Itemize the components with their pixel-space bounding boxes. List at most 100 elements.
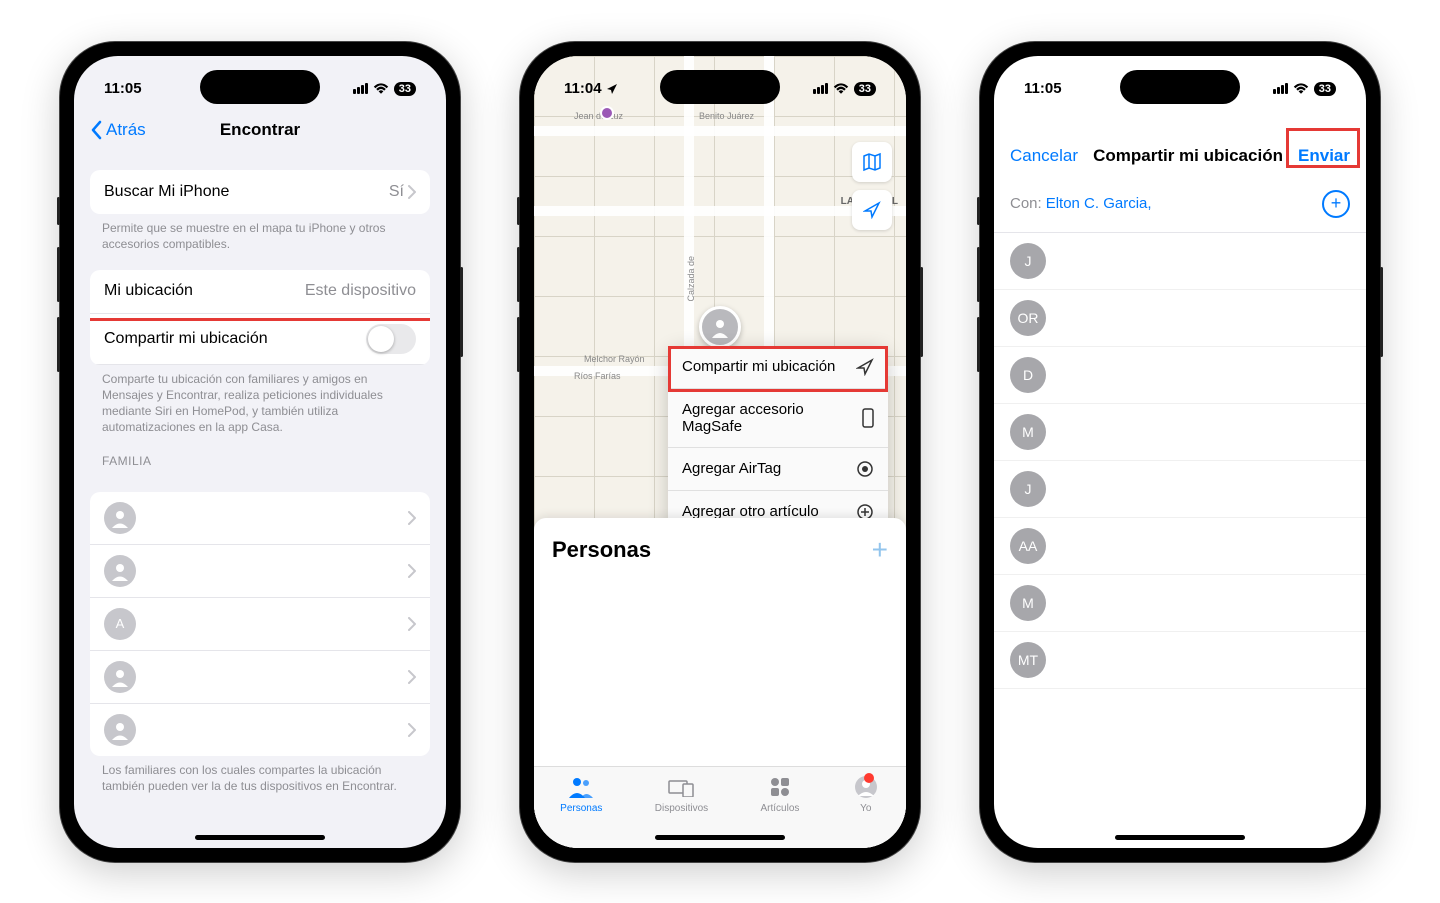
popup-airtag-label: Agregar AirTag — [682, 460, 781, 477]
family-group: A — [90, 492, 430, 756]
chevron-right-icon — [408, 670, 416, 684]
user-location-pin[interactable] — [699, 306, 741, 348]
family-member-cell[interactable] — [90, 492, 430, 545]
my-location-cell[interactable]: Mi ubicación Este dispositivo — [90, 270, 430, 314]
chevron-right-icon — [408, 564, 416, 578]
share-footer: Comparte tu ubicación con familiares y a… — [90, 365, 430, 436]
contact-row[interactable]: M — [994, 404, 1366, 461]
contact-row[interactable]: AA — [994, 518, 1366, 575]
tab-label: Yo — [860, 803, 871, 814]
street-label: Ríos Farías — [574, 371, 621, 381]
contact-row[interactable]: D — [994, 347, 1366, 404]
phone-1-settings: 11:05 33 Atrás Encontrar Buscar Mi iPhon… — [60, 42, 460, 862]
avatar — [104, 555, 136, 587]
home-indicator[interactable] — [195, 835, 325, 840]
tab-label: Artículos — [761, 803, 800, 814]
page-title: Encontrar — [220, 120, 300, 140]
add-contact-button[interactable]: + — [1322, 190, 1350, 218]
family-member-cell[interactable] — [90, 545, 430, 598]
person-icon — [110, 720, 130, 740]
family-footer: Los familiares con los cuales compartes … — [90, 756, 430, 794]
family-header: FAMILIA — [90, 436, 430, 474]
find-my-footer: Permite que se muestre en el mapa tu iPh… — [90, 214, 430, 252]
family-member-cell[interactable] — [90, 651, 430, 704]
location-group: Mi ubicación Este dispositivo Compartir … — [90, 270, 430, 365]
contact-initials: MT — [1010, 642, 1046, 678]
airtag-icon — [856, 460, 874, 478]
family-member-cell[interactable] — [90, 704, 430, 756]
contact-row[interactable]: J — [994, 461, 1366, 518]
dynamic-island — [1120, 70, 1240, 104]
navbar: Atrás Encontrar — [74, 108, 446, 152]
con-label: Con: — [1010, 195, 1042, 212]
location-arrow-icon — [863, 201, 881, 219]
street-label: Calzada de — [686, 256, 696, 302]
find-my-group: Buscar Mi iPhone Sí — [90, 170, 430, 214]
street-label: Jean de Luz — [574, 111, 623, 121]
back-button[interactable]: Atrás — [90, 120, 146, 140]
phone-icon — [862, 408, 874, 428]
wifi-icon — [373, 83, 389, 95]
find-my-iphone-value: Sí — [389, 183, 404, 201]
person-icon — [110, 561, 130, 581]
contact-initials: AA — [1010, 528, 1046, 564]
recipient-name: Elton C. Garcia, — [1046, 195, 1152, 212]
signal-icon — [813, 83, 828, 94]
contact-initials: J — [1010, 243, 1046, 279]
contact-row[interactable]: OR — [994, 290, 1366, 347]
location-services-icon — [606, 83, 618, 95]
notification-badge — [864, 773, 874, 783]
signal-icon — [353, 83, 368, 94]
people-icon — [567, 775, 595, 799]
status-time: 11:04 — [564, 80, 602, 97]
back-label: Atrás — [106, 120, 146, 140]
dynamic-island — [200, 70, 320, 104]
tab-personas[interactable]: Personas — [560, 775, 602, 848]
battery-icon: 33 — [854, 82, 876, 96]
chevron-right-icon — [408, 511, 416, 525]
avatar — [104, 661, 136, 693]
family-member-cell[interactable]: A — [90, 598, 430, 651]
popup-add-magsafe[interactable]: Agregar accesorio MagSafe — [668, 389, 888, 448]
tab-yo[interactable]: Yo — [852, 775, 880, 848]
map-type-button[interactable] — [852, 142, 892, 182]
bottom-sheet[interactable]: Personas + Personas Dispositivos — [534, 518, 906, 848]
devices-icon — [667, 775, 695, 799]
contact-initials: M — [1010, 585, 1046, 621]
recipient-row[interactable]: Con: Elton C. Garcia, + — [994, 180, 1366, 233]
modal-title: Compartir mi ubicación — [1093, 146, 1283, 166]
person-icon — [709, 316, 731, 338]
battery-icon: 33 — [1314, 82, 1336, 96]
find-my-iphone-label: Buscar Mi iPhone — [104, 183, 229, 201]
contact-initials: M — [1010, 414, 1046, 450]
phone-3-share: 11:05 33 Cancelar Compartir mi ubicación… — [980, 42, 1380, 862]
cancel-button[interactable]: Cancelar — [1010, 146, 1078, 166]
contact-row[interactable]: J — [994, 233, 1366, 290]
dynamic-island — [660, 70, 780, 104]
map-poi-icon — [600, 106, 614, 120]
home-indicator[interactable] — [655, 835, 785, 840]
status-time: 11:05 — [1024, 80, 1062, 97]
tab-label: Dispositivos — [655, 803, 708, 814]
phone-2-findmy: Benito Juárez Jean de Luz LA CANDEL Melc… — [520, 42, 920, 862]
sheet-title: Personas — [552, 537, 651, 563]
person-icon — [110, 508, 130, 528]
find-my-iphone-cell[interactable]: Buscar Mi iPhone Sí — [90, 170, 430, 214]
center-location-button[interactable] — [852, 190, 892, 230]
contact-initials: OR — [1010, 300, 1046, 336]
add-person-button[interactable]: + — [872, 534, 888, 566]
contact-row[interactable]: MT — [994, 632, 1366, 689]
home-indicator[interactable] — [1115, 835, 1245, 840]
grid-icon — [766, 775, 794, 799]
wifi-icon — [833, 83, 849, 95]
signal-icon — [1273, 83, 1288, 94]
map-icon — [862, 152, 882, 172]
popup-magsafe-label: Agregar accesorio MagSafe — [682, 401, 862, 435]
popup-add-airtag[interactable]: Agregar AirTag — [668, 448, 888, 491]
contact-row[interactable]: M — [994, 575, 1366, 632]
highlight-share-popup — [668, 346, 888, 392]
chevron-right-icon — [408, 723, 416, 737]
my-location-value: Este dispositivo — [305, 282, 416, 300]
contact-initials: J — [1010, 471, 1046, 507]
contact-list: JORDMJAAMMT — [994, 233, 1366, 689]
